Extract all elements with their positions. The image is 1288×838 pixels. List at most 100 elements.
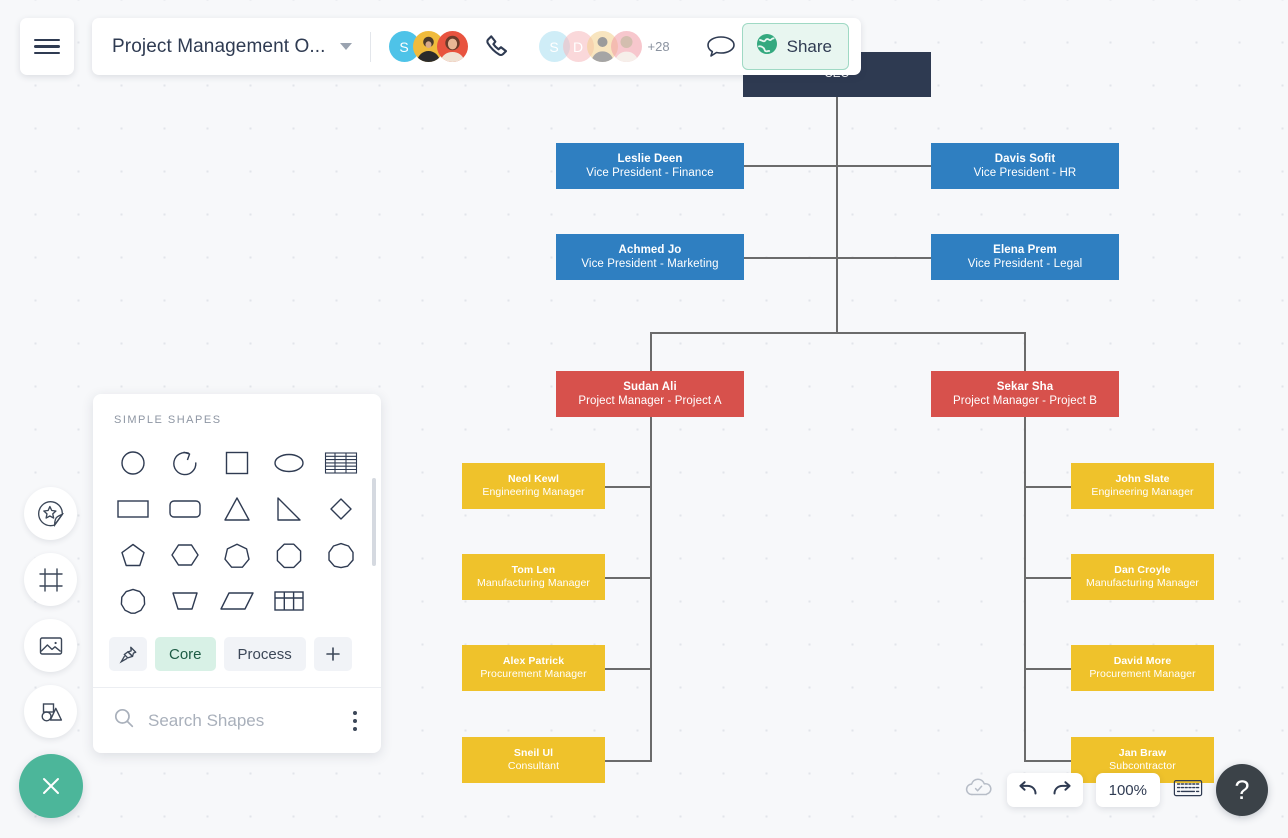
other-collaborators[interactable]: S D +28 <box>538 31 670 62</box>
org-node-tom-len[interactable]: Tom Len Manufacturing Manager <box>462 554 605 600</box>
connector-mgR3 <box>1024 668 1072 670</box>
org-node-role: Procurement Manager <box>480 668 587 680</box>
zoom-level-indicator[interactable]: 100% <box>1095 773 1160 807</box>
org-node-dan-croyle[interactable]: Dan Croyle Manufacturing Manager <box>1071 554 1214 600</box>
table-striped-shape[interactable] <box>315 440 367 486</box>
collaborator-overflow-count[interactable]: +28 <box>648 39 670 54</box>
share-button[interactable]: Share <box>741 23 849 70</box>
right-triangle-shape[interactable] <box>263 486 315 532</box>
octagon-shape[interactable] <box>263 532 315 578</box>
connector-mgL2 <box>605 577 652 579</box>
hexagon-shape[interactable] <box>159 532 211 578</box>
org-node-leslie-deen[interactable]: Leslie Deen Vice President - Finance <box>556 143 744 189</box>
hamburger-menu-icon <box>34 35 60 58</box>
avatar[interactable] <box>610 31 642 62</box>
pin-tab[interactable] <box>109 637 147 671</box>
pentagon-shape[interactable] <box>107 532 159 578</box>
left-tool-rail <box>24 487 77 751</box>
shape-library-tool[interactable] <box>24 685 77 738</box>
nonagon-icon <box>328 542 354 569</box>
org-node-name: Neol Kewl <box>507 472 560 485</box>
org-node-name: Leslie Deen <box>617 152 683 165</box>
rectangle-shape[interactable] <box>107 486 159 532</box>
shapes-scrollbar[interactable] <box>372 478 376 566</box>
org-node-name: Sekar Sha <box>996 380 1054 393</box>
org-node-david-more[interactable]: David More Procurement Manager <box>1071 645 1214 691</box>
search-icon <box>113 707 135 734</box>
keyboard-shortcuts-icon[interactable] <box>1173 777 1203 804</box>
ellipse-icon <box>274 453 304 473</box>
phone-icon[interactable] <box>483 32 513 62</box>
avatar[interactable] <box>436 31 468 62</box>
connector-pm-bus <box>650 332 1025 334</box>
keyboard-icon <box>1173 779 1203 796</box>
circle-shape[interactable] <box>107 440 159 486</box>
grid-table-shape[interactable] <box>263 578 315 624</box>
search-input[interactable]: Search Shapes <box>148 711 349 731</box>
toolbar-divider <box>369 31 371 62</box>
triangle-shape[interactable] <box>211 486 263 532</box>
connector-pm2-drop <box>1024 332 1026 372</box>
org-node-sekar-sha[interactable]: Sekar Sha Project Manager - Project B <box>931 371 1119 417</box>
org-node-role: Manufacturing Manager <box>1086 577 1199 589</box>
undo-arrow-icon[interactable] <box>1017 778 1039 803</box>
shape-library-tabs: Core Process <box>93 633 381 687</box>
star-sticker-icon <box>37 500 64 527</box>
ellipse-shape[interactable] <box>263 440 315 486</box>
add-library-tab[interactable] <box>313 637 352 671</box>
bottom-toolbar: 100% ? <box>964 764 1268 816</box>
avatar-photo-icon <box>614 36 639 62</box>
org-node-role: Engineering Manager <box>1091 486 1194 498</box>
frame-tool[interactable] <box>24 553 77 606</box>
main-menu-button[interactable] <box>20 18 74 75</box>
shapes-sticker-tool[interactable] <box>24 487 77 540</box>
decagon-shape[interactable] <box>107 578 159 624</box>
close-panel-button[interactable] <box>19 754 83 818</box>
table-striped-icon <box>324 452 358 474</box>
org-node-name: Davis Sofit <box>994 152 1056 165</box>
org-node-name: Dan Croyle <box>1114 563 1171 576</box>
org-node-neol-kewl[interactable]: Neol Kewl Engineering Manager <box>462 463 605 509</box>
org-node-role: Vice President - Finance <box>586 167 714 179</box>
top-toolbar: Project Management O... S S D +28 Share <box>92 18 861 75</box>
diamond-shape[interactable] <box>315 486 367 532</box>
active-collaborators[interactable]: S <box>388 31 468 62</box>
org-node-sudan-ali[interactable]: Sudan Ali Project Manager - Project A <box>556 371 744 417</box>
org-node-sneil-ul[interactable]: Sneil Ul Consultant <box>462 737 605 783</box>
org-node-alex-patrick[interactable]: Alex Patrick Procurement Manager <box>462 645 605 691</box>
shape-search-row[interactable]: Search Shapes <box>93 687 381 753</box>
nonagon-shape[interactable] <box>315 532 367 578</box>
redo-arrow-icon[interactable] <box>1051 778 1073 803</box>
document-title-dropdown[interactable]: Project Management O... <box>112 36 352 58</box>
square-icon <box>225 451 249 475</box>
org-node-name: Jan Braw <box>1118 746 1167 759</box>
org-node-elena-prem[interactable]: Elena Prem Vice President - Legal <box>931 234 1119 280</box>
kebab-menu-icon[interactable] <box>349 707 361 735</box>
trapezoid-shape[interactable] <box>159 578 211 624</box>
connector-pm1-spine <box>650 417 652 760</box>
help-button[interactable]: ? <box>1216 764 1268 816</box>
hexagon-icon <box>171 544 199 566</box>
arc-shape[interactable] <box>159 440 211 486</box>
core-tab[interactable]: Core <box>155 637 216 671</box>
heptagon-shape[interactable] <box>211 532 263 578</box>
org-node-role: Project Manager - Project B <box>953 395 1097 407</box>
image-tool[interactable] <box>24 619 77 672</box>
avatar-photo-icon <box>439 35 465 62</box>
pin-icon <box>118 646 136 664</box>
square-shape[interactable] <box>211 440 263 486</box>
org-node-achmed-jo[interactable]: Achmed Jo Vice President - Marketing <box>556 234 744 280</box>
pentagon-icon <box>121 543 145 567</box>
chat-bubble-icon[interactable] <box>704 33 738 61</box>
org-node-name: Tom Len <box>511 563 556 576</box>
connector-mgR2 <box>1024 577 1072 579</box>
chevron-down-icon <box>339 43 352 50</box>
org-node-name: Sneil Ul <box>513 746 554 759</box>
process-tab[interactable]: Process <box>223 637 306 671</box>
rounded-rectangle-shape[interactable] <box>159 486 211 532</box>
org-node-john-slate[interactable]: John Slate Engineering Manager <box>1071 463 1214 509</box>
org-node-davis-sofit[interactable]: Davis Sofit Vice President - HR <box>931 143 1119 189</box>
org-node-role: Manufacturing Manager <box>477 577 590 589</box>
org-node-name: Achmed Jo <box>618 243 682 256</box>
parallelogram-shape[interactable] <box>211 578 263 624</box>
